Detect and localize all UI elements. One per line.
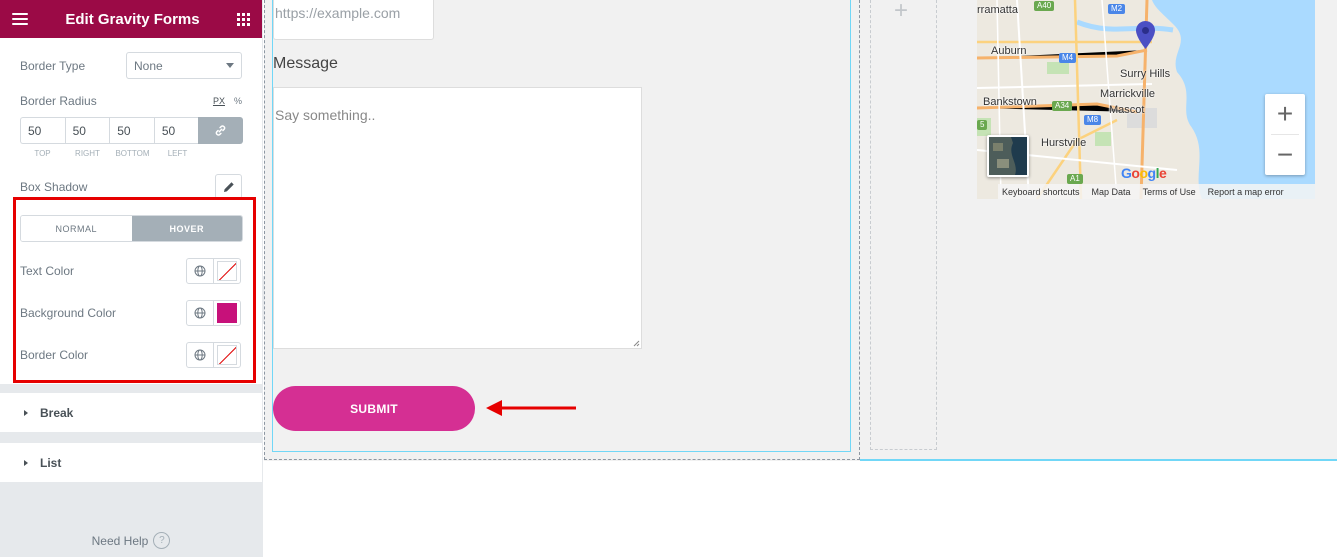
add-widget-plus-icon[interactable]: + <box>894 0 908 23</box>
preview-empty-area <box>264 461 1337 557</box>
map-label-parramatta: rramatta <box>977 4 1018 16</box>
border-radius-control: Border Radius PX % <box>20 94 242 108</box>
label-right: RIGHT <box>75 149 100 158</box>
submit-button[interactable]: SUBMIT <box>273 386 475 431</box>
zoom-out-button[interactable]: − <box>1265 135 1305 175</box>
unit-switcher: PX % <box>213 96 242 106</box>
map-zoom-controls: + − <box>1265 94 1305 175</box>
caret-right-icon <box>24 409 28 416</box>
radius-right-input[interactable]: 50 <box>64 117 110 144</box>
section-boundary-line <box>860 459 1337 461</box>
map-footer-bar: Keyboard shortcuts Map Data Terms of Use… <box>998 184 1315 199</box>
website-input[interactable]: https://example.com <box>273 0 434 40</box>
border-type-label: Border Type <box>20 58 86 73</box>
empty-column <box>870 0 937 450</box>
message-label: Message <box>273 55 338 72</box>
satellite-thumbnail-icon <box>989 137 1027 175</box>
panel-title: Edit Gravity Forms <box>65 10 200 28</box>
map-pin-icon[interactable] <box>1136 21 1155 49</box>
box-shadow-control: Box Shadow <box>20 174 242 199</box>
resize-grip-icon[interactable] <box>633 340 640 347</box>
question-mark-icon: ? <box>153 532 171 549</box>
message-placeholder: Say something.. <box>275 107 376 123</box>
google-logo: Google <box>1121 165 1167 181</box>
need-help-link[interactable]: Need Help ? <box>0 532 262 549</box>
road-badge-m4: M4 <box>1059 53 1077 63</box>
label-bottom: BOTTOM <box>115 149 150 158</box>
section-gap <box>0 432 262 443</box>
map-label-surry-hills: Surry Hills <box>1120 68 1171 80</box>
sidebar-header: Edit Gravity Forms <box>0 0 262 38</box>
chevron-down-icon <box>226 63 234 68</box>
section-break-label: Break <box>40 405 74 420</box>
road-badge-a40: A40 <box>1034 1 1055 11</box>
dimension-labels: TOP RIGHT BOTTOM LEFT <box>20 149 200 158</box>
road-badge-a1: A1 <box>1067 174 1083 184</box>
radius-left-input[interactable]: 50 <box>153 117 199 144</box>
need-help-label: Need Help <box>91 533 149 548</box>
box-shadow-edit-button[interactable] <box>215 174 242 199</box>
link-values-button[interactable] <box>198 117 243 144</box>
border-radius-dimensions: 50 50 50 50 <box>20 117 243 144</box>
radius-bottom-input[interactable]: 50 <box>109 117 154 144</box>
road-badge-a34: A34 <box>1052 101 1073 111</box>
widgets-grid-icon[interactable] <box>236 12 250 26</box>
hamburger-menu-icon[interactable] <box>12 13 28 25</box>
radius-top-input[interactable]: 50 <box>20 117 65 144</box>
map-data-link[interactable]: Map Data <box>1092 187 1131 197</box>
link-icon <box>215 125 226 136</box>
unit-px[interactable]: PX <box>213 96 225 106</box>
road-badge-m2: M2 <box>1108 4 1126 14</box>
border-type-value: None <box>134 58 163 73</box>
unit-percent[interactable]: % <box>234 96 242 106</box>
report-map-error-link[interactable]: Report a map error <box>1208 187 1284 197</box>
label-top: TOP <box>34 149 51 158</box>
pencil-icon <box>223 181 234 192</box>
section-list[interactable]: List <box>0 443 262 482</box>
annotation-highlight-box <box>13 197 256 383</box>
section-break[interactable]: Break <box>0 393 262 432</box>
editor-sidebar: Edit Gravity Forms Border Type None Bord… <box>0 0 263 557</box>
map-label-auburn: Auburn <box>991 45 1027 57</box>
map-label-marrickville: Marrickville <box>1100 88 1155 100</box>
annotation-arrow-icon <box>486 400 576 416</box>
terms-of-use-link[interactable]: Terms of Use <box>1143 187 1196 197</box>
zoom-in-button[interactable]: + <box>1265 94 1305 134</box>
map-label-bankstown: Bankstown <box>983 96 1037 108</box>
keyboard-shortcuts-link[interactable]: Keyboard shortcuts <box>1002 187 1080 197</box>
label-left: LEFT <box>167 149 188 158</box>
road-badge-m8: M8 <box>1084 115 1102 125</box>
caret-right-icon <box>24 459 28 466</box>
section-list-label: List <box>40 455 62 470</box>
map-label-mascot: Mascot <box>1109 104 1145 116</box>
border-type-select[interactable]: None <box>126 52 242 79</box>
satellite-view-toggle[interactable] <box>987 135 1029 177</box>
road-badge-m5: 5 <box>977 120 988 130</box>
border-radius-label: Border Radius <box>20 94 97 108</box>
map-label-hurstville: Hurstville <box>1041 137 1087 149</box>
box-shadow-label: Box Shadow <box>20 179 88 194</box>
border-type-control: Border Type None <box>20 52 242 79</box>
message-textarea[interactable]: Say something.. <box>273 87 642 349</box>
section-gap <box>0 384 262 393</box>
